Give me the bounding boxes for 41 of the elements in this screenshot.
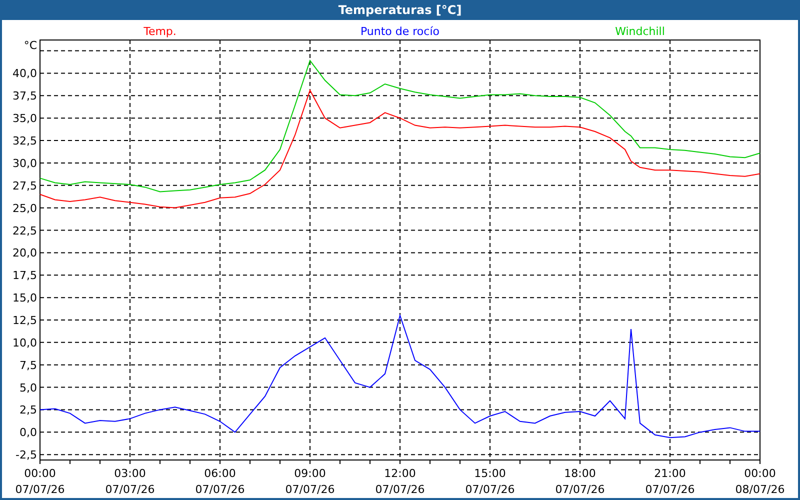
x-tick-date: 07/07/26 (645, 483, 695, 496)
y-tick-label: 35,0 (12, 112, 37, 126)
x-tick-date: 07/07/26 (555, 483, 605, 496)
y-tick-label: -2,5 (16, 448, 37, 462)
y-tick-label: 32,5 (12, 134, 37, 148)
x-tick-label: 15:00 (474, 467, 506, 480)
x-tick-date: 07/07/26 (465, 483, 515, 496)
y-tick-label: 20,0 (12, 246, 37, 260)
x-tick-label: 18:00 (564, 467, 596, 480)
x-tick-label: 00:00 (744, 467, 776, 480)
y-tick-label: 25,0 (12, 202, 37, 215)
x-tick-date: 07/07/26 (285, 483, 335, 496)
y-tick-label: 37,5 (12, 90, 37, 103)
x-tick-date: 07/07/26 (105, 483, 155, 496)
y-tick-label: 40,0 (12, 67, 37, 80)
x-tick-date: 07/07/26 (375, 483, 425, 496)
x-tick-label: 00:00 (24, 467, 56, 480)
legend-label: Punto de rocío (360, 25, 440, 38)
x-tick-label: 03:00 (114, 467, 146, 480)
y-tick-label: 30,0 (12, 156, 37, 170)
x-tick-date: 07/07/26 (195, 483, 245, 496)
y-tick-label: 0,0 (20, 426, 37, 440)
y-axis-unit: °C (24, 39, 37, 52)
x-tick-label: 12:00 (384, 467, 416, 480)
x-tick-label: 09:00 (294, 467, 326, 480)
y-tick-label: 27,5 (12, 179, 37, 192)
y-tick-label: 5,0 (20, 381, 37, 394)
y-tick-label: 17,5 (12, 269, 37, 282)
window-title: Temperaturas [°C] (338, 3, 462, 17)
y-tick-label: 12,5 (12, 314, 37, 327)
y-tick-label: 10,0 (12, 336, 37, 350)
x-tick-label: 21:00 (654, 467, 686, 480)
y-tick-label: 22,5 (12, 224, 37, 238)
legend-label: Windchill (615, 25, 665, 38)
y-tick-label: 15,0 (12, 292, 37, 305)
y-tick-label: 2,5 (20, 404, 37, 417)
x-tick-date: 07/07/26 (15, 483, 65, 496)
legend-label: Temp. (144, 25, 176, 38)
x-tick-date: 08/07/26 (735, 483, 785, 496)
x-tick-label: 06:00 (204, 467, 236, 480)
y-tick-label: 7,5 (20, 358, 37, 372)
